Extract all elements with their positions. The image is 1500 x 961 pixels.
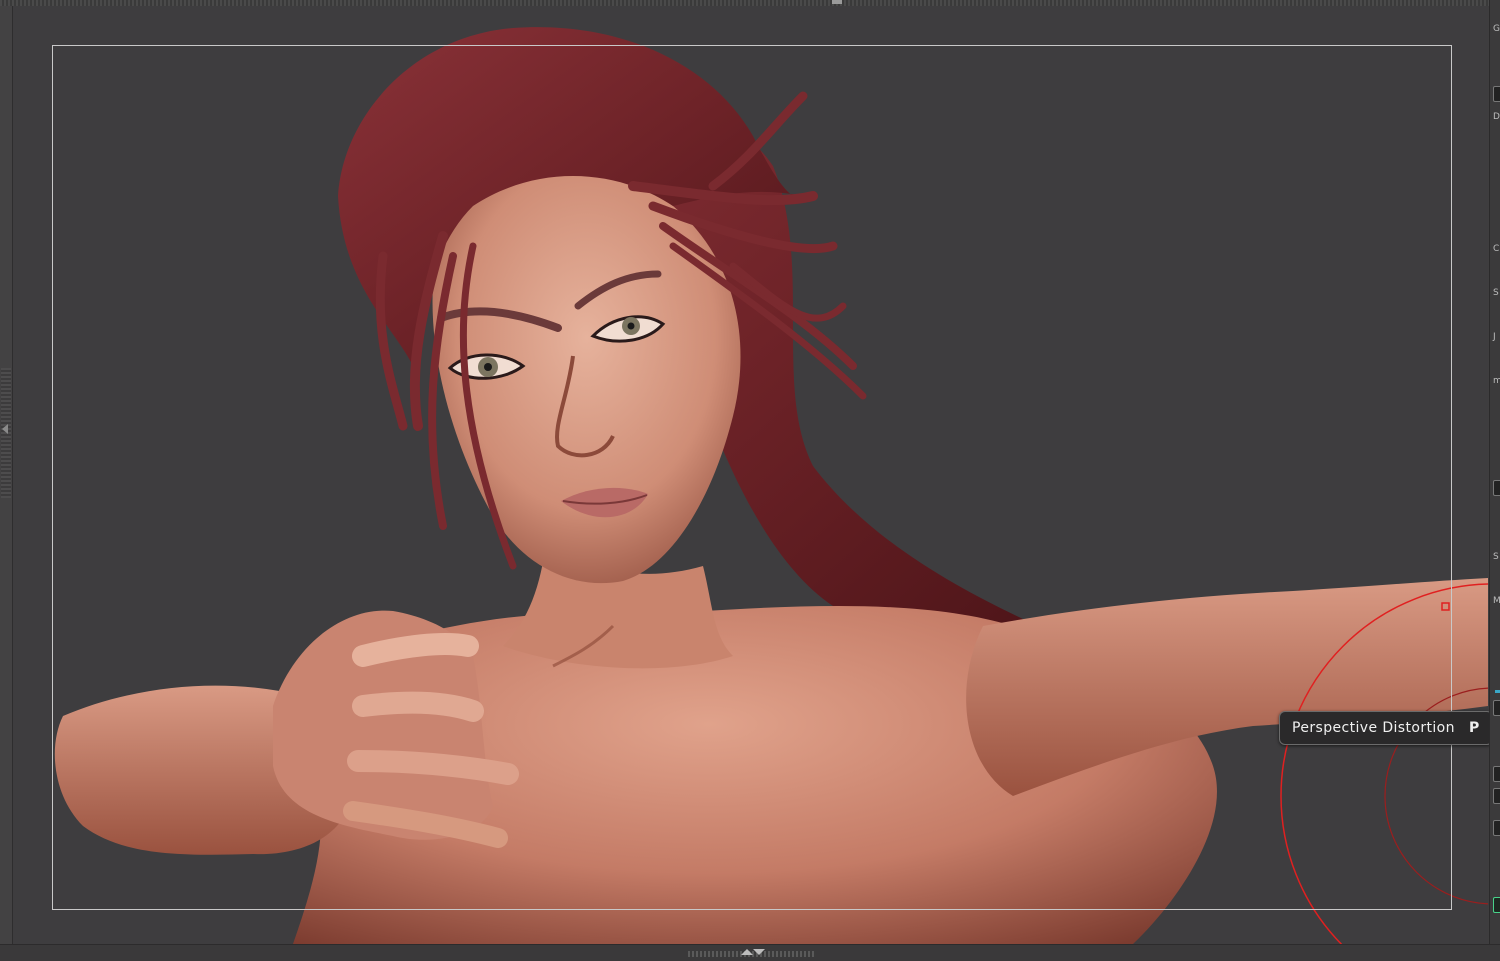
- tray-label-5[interactable]: J: [1493, 332, 1496, 342]
- tray-accent-bar: [1495, 690, 1500, 693]
- tray-button-6[interactable]: [1493, 820, 1500, 836]
- tray-button-3[interactable]: [1493, 700, 1500, 716]
- perspective-distortion-tooltip: Perspective Distortion P: [1279, 711, 1493, 745]
- expand-up-arrow-icon[interactable]: [741, 949, 753, 955]
- tray-label-6[interactable]: m: [1493, 376, 1500, 386]
- tray-label-3[interactable]: C: [1493, 244, 1499, 254]
- sculpt-viewport[interactable]: [13, 6, 1488, 944]
- tray-button-1[interactable]: [1493, 86, 1500, 102]
- document-canvas[interactable]: [13, 6, 1488, 944]
- bottom-shelf[interactable]: [0, 944, 1500, 961]
- right-arm: [966, 578, 1488, 796]
- left-shelf[interactable]: [0, 6, 13, 950]
- tray-label-2[interactable]: D: [1493, 112, 1500, 122]
- tray-label-8[interactable]: M: [1493, 596, 1500, 606]
- right-tray[interactable]: G D C S J m S M: [1489, 0, 1500, 944]
- tooltip-label: Perspective Distortion: [1292, 720, 1455, 736]
- progress-marker: [832, 0, 842, 4]
- tray-label-4[interactable]: S: [1493, 288, 1499, 298]
- tray-button-4[interactable]: [1493, 766, 1500, 782]
- tray-button-2[interactable]: [1493, 480, 1500, 496]
- tray-green-toggle[interactable]: [1493, 897, 1500, 913]
- hand: [273, 610, 519, 848]
- collapse-down-arrow-icon[interactable]: [753, 949, 765, 955]
- expand-left-arrow-icon[interactable]: [2, 424, 8, 434]
- tray-label-1[interactable]: G: [1493, 24, 1500, 34]
- tray-label-7[interactable]: S: [1493, 552, 1499, 562]
- tray-button-5[interactable]: [1493, 788, 1500, 804]
- tooltip-shortcut: P: [1468, 720, 1480, 736]
